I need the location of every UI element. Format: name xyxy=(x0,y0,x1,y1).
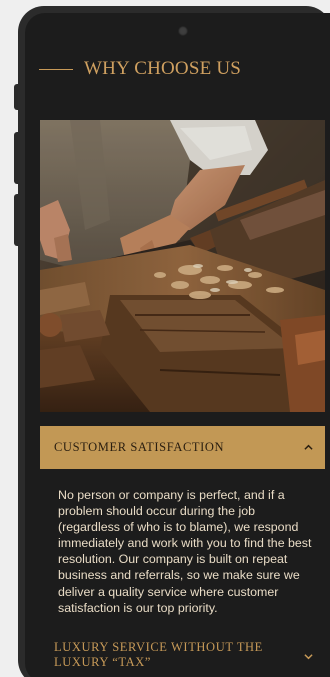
phone-frame: WHY CHOOSE US CUSTOMER SATISFACTION No p… xyxy=(18,6,330,677)
page: WHY CHOOSE US CUSTOMER SATISFACTION No p… xyxy=(0,0,330,677)
hero-image-woodworking xyxy=(40,120,325,412)
accordion-title: CUSTOMER SATISFACTION xyxy=(54,440,225,454)
section-heading: WHY CHOOSE US xyxy=(84,58,242,79)
accordion-item-luxury-service[interactable]: LUXURY SERVICE WITHOUT THE LUXURY “TAX” xyxy=(40,636,325,672)
heading-divider xyxy=(39,68,73,70)
accordion-panel-text: No person or company is perfect, and if … xyxy=(58,488,312,615)
chevron-up-icon xyxy=(304,444,313,450)
accordion-title: LUXURY SERVICE WITHOUT THE LUXURY “TAX” xyxy=(54,640,263,669)
phone-screen: WHY CHOOSE US CUSTOMER SATISFACTION No p… xyxy=(25,13,330,677)
front-camera-icon xyxy=(178,26,188,36)
chevron-down-icon xyxy=(304,654,313,660)
accordion-item-customer-satisfaction[interactable]: CUSTOMER SATISFACTION xyxy=(40,426,325,469)
section-header: WHY CHOOSE US xyxy=(39,58,241,80)
